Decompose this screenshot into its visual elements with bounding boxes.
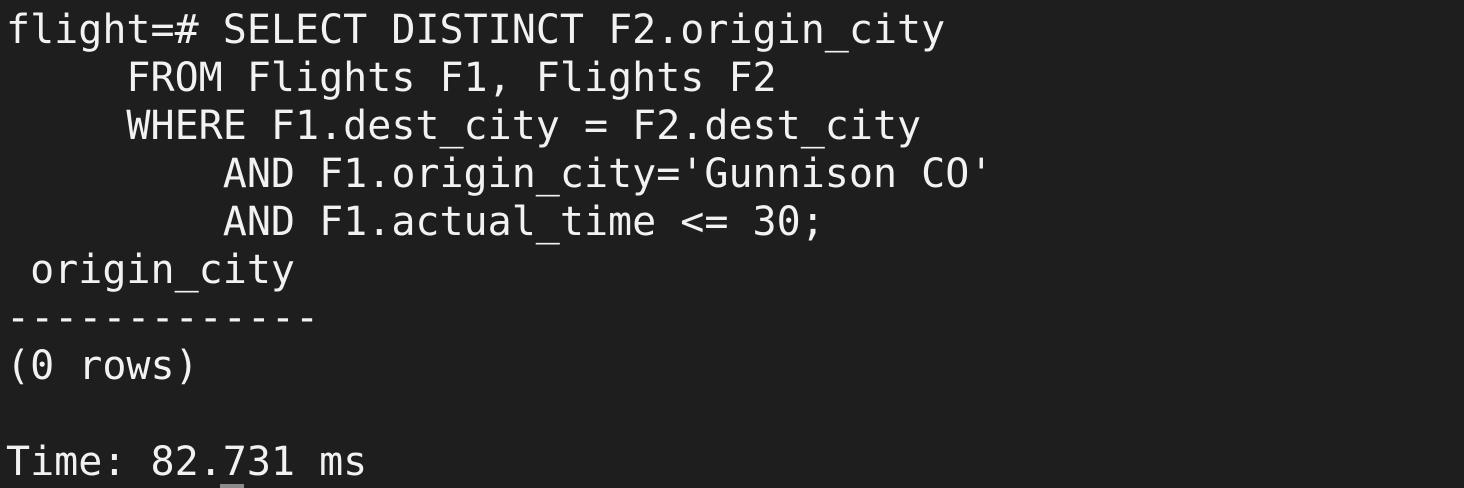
prompt-line: flight=# SELECT DISTINCT F2.origin_city bbox=[6, 6, 945, 54]
result-column-header: origin_city bbox=[6, 247, 295, 293]
psql-prompt: flight=# bbox=[6, 7, 223, 53]
query-line-4: AND F1.origin_city='Gunnison CO' bbox=[6, 151, 994, 197]
result-separator: ------------- bbox=[6, 295, 320, 341]
query-line-5: AND F1.actual_time <= 30; bbox=[6, 199, 825, 245]
query-line-2: FROM Flights F1, Flights F2 bbox=[6, 55, 777, 101]
timing-output: Time: 82.731 ms bbox=[6, 439, 368, 485]
terminal-window[interactable]: flight=# SELECT DISTINCT F2.origin_city … bbox=[0, 0, 1464, 488]
rows-summary: (0 rows) bbox=[6, 343, 199, 389]
text-cursor bbox=[220, 484, 244, 488]
query-line-3: WHERE F1.dest_city = F2.dest_city bbox=[6, 103, 922, 149]
query-line-1: SELECT DISTINCT F2.origin_city bbox=[222, 7, 946, 53]
